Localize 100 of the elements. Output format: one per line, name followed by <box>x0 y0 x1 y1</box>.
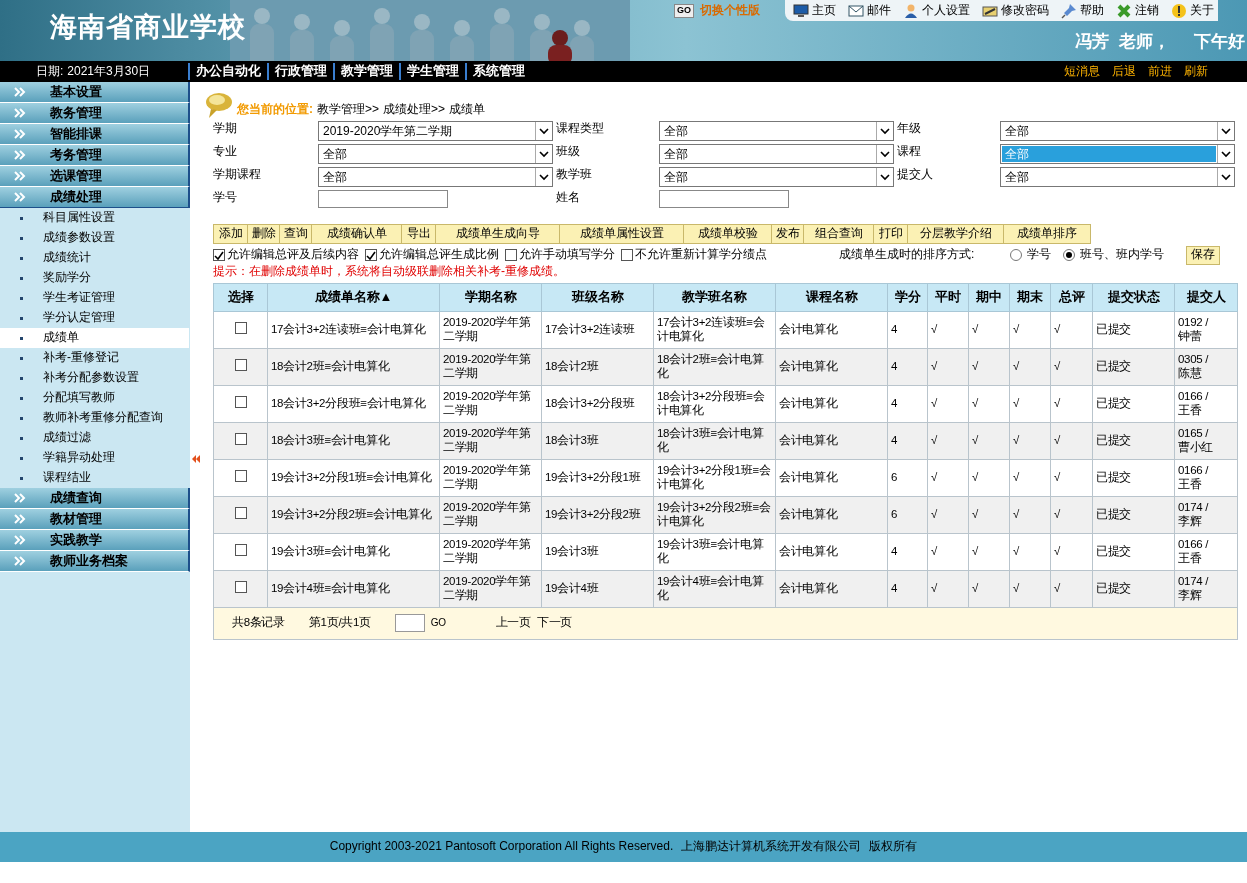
select-field[interactable]: 全部 <box>1000 167 1235 187</box>
sidebar-item[interactable]: 分配填写教师 <box>0 388 190 408</box>
page-input[interactable] <box>394 614 425 633</box>
sidebar-section[interactable]: 考务管理 <box>0 145 190 166</box>
menu-link[interactable]: 学生管理 <box>399 63 465 80</box>
save-button[interactable]: 保存 <box>1186 245 1221 265</box>
sidebar-item[interactable]: 学生考证管理 <box>0 288 190 308</box>
top-link[interactable]: 邮件 <box>848 2 891 19</box>
select-field[interactable]: 全部 <box>659 144 894 164</box>
action-link[interactable]: 短消息 <box>1064 63 1100 80</box>
action-link[interactable]: 后退 <box>1112 63 1136 80</box>
toolbar-button[interactable]: 成绩单生成向导 <box>435 224 559 244</box>
top-link[interactable]: 注销 <box>1116 2 1159 19</box>
column-header[interactable]: 提交人 <box>1174 283 1238 312</box>
top-link[interactable]: 修改密码 <box>982 2 1049 19</box>
sidebar-item[interactable]: 补考-重修登记 <box>0 348 190 368</box>
toolbar-button[interactable]: 组合查询 <box>803 224 873 244</box>
toolbar-button[interactable]: 分层教学介绍 <box>907 224 1003 244</box>
column-header[interactable]: 期中 <box>968 283 1010 312</box>
select-field[interactable]: 2019-2020学年第二学期 <box>318 121 553 141</box>
menu-link[interactable]: 教学管理 <box>333 63 399 80</box>
action-link[interactable]: 前进 <box>1148 63 1172 80</box>
top-link[interactable]: 个人设置 <box>903 2 970 19</box>
sidebar-item[interactable]: 科目属性设置 <box>0 208 190 228</box>
sidebar-item[interactable]: 教师补考重修分配查询 <box>0 408 190 428</box>
top-link[interactable]: 主页 <box>793 2 836 19</box>
menu-link[interactable]: 办公自动化 <box>188 63 267 80</box>
toolbar-button[interactable]: 添加 <box>213 224 247 244</box>
input-field[interactable] <box>318 190 448 208</box>
sidebar-section[interactable]: 教务管理 <box>0 103 190 124</box>
sidebar-section[interactable]: 智能排课 <box>0 124 190 145</box>
select-field[interactable]: 全部 <box>318 167 553 187</box>
checkbox[interactable] <box>235 396 247 408</box>
checkbox[interactable] <box>213 249 225 261</box>
sidebar-item[interactable]: 课程结业 <box>0 468 190 488</box>
checkbox[interactable] <box>235 507 247 519</box>
select-field[interactable]: 全部 <box>1000 121 1235 141</box>
sidebar-item[interactable]: 成绩过滤 <box>0 428 190 448</box>
action-link[interactable]: 刷新 <box>1184 63 1208 80</box>
column-header[interactable]: 班级名称 <box>541 283 654 312</box>
column-header[interactable]: 平时 <box>927 283 969 312</box>
column-header[interactable]: 选择 <box>213 283 268 312</box>
toolbar-button[interactable]: 成绩单校验 <box>683 224 771 244</box>
column-header[interactable]: 提交状态 <box>1092 283 1175 312</box>
column-header[interactable]: 成绩单名称▲ <box>267 283 440 312</box>
select-field[interactable]: 全部 <box>659 121 894 141</box>
sidebar-section[interactable]: 成绩处理 <box>0 187 190 208</box>
sidebar-section[interactable]: 基本设置 <box>0 82 190 103</box>
checkbox[interactable] <box>235 433 247 445</box>
radio-button[interactable] <box>1010 249 1023 261</box>
column-header[interactable]: 教学班名称 <box>653 283 776 312</box>
select-field[interactable]: 全部 <box>318 144 553 164</box>
collapse-icon[interactable] <box>192 455 200 463</box>
toolbar-button[interactable]: 删除 <box>247 224 279 244</box>
sidebar-section[interactable]: 成绩查询 <box>0 488 190 509</box>
checkbox[interactable] <box>235 544 247 556</box>
select-field[interactable]: 全部 <box>659 167 894 187</box>
sidebar-section[interactable]: 选课管理 <box>0 166 190 187</box>
radio-button[interactable] <box>1063 249 1076 261</box>
column-header[interactable]: 总评 <box>1050 283 1093 312</box>
sidebar-item[interactable]: 学籍异动处理 <box>0 448 190 468</box>
sidebar-item[interactable]: 补考分配参数设置 <box>0 368 190 388</box>
menu-link[interactable]: 行政管理 <box>267 63 333 80</box>
checkbox[interactable] <box>235 322 247 334</box>
input-field[interactable] <box>659 190 789 208</box>
go-button[interactable]: GO <box>674 3 694 18</box>
breadcrumb-link[interactable]: 成绩处理>> <box>383 102 446 118</box>
checkbox[interactable] <box>235 581 247 593</box>
toolbar-button[interactable]: 成绩确认单 <box>311 224 401 244</box>
next-link[interactable]: 下一页 <box>536 616 572 630</box>
sidebar-item[interactable]: 成绩参数设置 <box>0 228 190 248</box>
column-header[interactable]: 课程名称 <box>775 283 888 312</box>
toolbar-button[interactable]: 成绩单属性设置 <box>559 224 683 244</box>
checkbox[interactable] <box>621 249 633 261</box>
toolbar-button[interactable]: 导出 <box>401 224 435 244</box>
go-link[interactable]: GO <box>430 617 446 629</box>
sidebar-item[interactable]: 学分认定管理 <box>0 308 190 328</box>
toolbar-button[interactable]: 发布 <box>771 224 803 244</box>
toolbar-button[interactable]: 查询 <box>279 224 311 244</box>
column-header[interactable]: 学分 <box>887 283 928 312</box>
column-header[interactable]: 期末 <box>1009 283 1051 312</box>
breadcrumb-link[interactable]: 成绩单 <box>449 102 486 118</box>
checkbox[interactable] <box>235 470 247 482</box>
sidebar-section[interactable]: 教材管理 <box>0 509 190 530</box>
sidebar-section[interactable]: 教师业务档案 <box>0 551 190 572</box>
checkbox[interactable] <box>235 359 247 371</box>
sidebar-section[interactable]: 实践教学 <box>0 530 190 551</box>
menu-link[interactable]: 系统管理 <box>465 63 531 80</box>
sidebar-item[interactable]: 奖励学分 <box>0 268 190 288</box>
breadcrumb-link[interactable]: 教学管理>> <box>317 102 379 118</box>
top-link[interactable]: 关于 <box>1171 2 1214 19</box>
sidebar-item[interactable]: 成绩统计 <box>0 248 190 268</box>
column-header[interactable]: 学期名称 <box>439 283 542 312</box>
toolbar-button[interactable]: 成绩单排序 <box>1003 224 1091 244</box>
checkbox[interactable] <box>505 249 517 261</box>
prev-link[interactable]: 上一页 <box>495 616 531 630</box>
sidebar-item[interactable]: 成绩单 <box>0 328 189 348</box>
checkbox[interactable] <box>365 249 377 261</box>
toolbar-button[interactable]: 打印 <box>873 224 907 244</box>
top-link[interactable]: 帮助 <box>1061 2 1104 19</box>
